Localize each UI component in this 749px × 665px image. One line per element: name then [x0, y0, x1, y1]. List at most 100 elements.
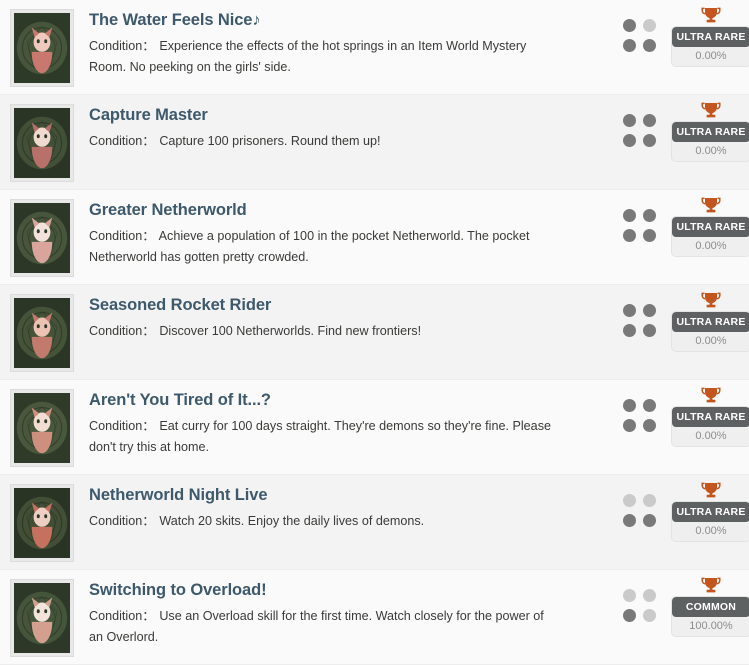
trophy-icon: [701, 577, 721, 595]
difficulty-dots: [623, 304, 659, 340]
condition-text: Watch 20 skits. Enjoy the daily lives of…: [159, 513, 425, 528]
achievement-thumbnail-curry: [14, 393, 70, 463]
achievement-row[interactable]: Switching to Overload! Condition： Use an …: [0, 570, 749, 665]
achievement-text-block: Capture Master Condition： Capture 100 pri…: [74, 102, 567, 152]
difficulty-dot-1: [623, 209, 636, 222]
rarity-badge[interactable]: ULTRA RARE 0.00%: [672, 502, 749, 541]
achievement-text-block: Netherworld Night Live Condition： Watch 2…: [74, 482, 567, 532]
condition-label: Condition: [89, 228, 143, 243]
difficulty-dot-2: [643, 589, 656, 602]
difficulty-dot-2: [643, 114, 656, 127]
condition-text: Achieve a population of 100 in the pocke…: [89, 228, 530, 265]
difficulty-dots: [623, 209, 659, 245]
difficulty-dot-1: [623, 494, 636, 507]
achievement-thumbnail-rocket-rider: [14, 298, 70, 368]
condition-label: Condition: [89, 133, 143, 148]
condition-separator: ：: [142, 228, 156, 243]
achievement-row[interactable]: Seasoned Rocket Rider Condition： Discover…: [0, 285, 749, 380]
achievement-condition: Condition： Experience the effects of the…: [89, 36, 559, 80]
achievement-title[interactable]: Greater Netherworld: [89, 200, 559, 221]
achievement-row[interactable]: Aren't You Tired of It...? Condition： Eat…: [0, 380, 749, 475]
difficulty-dot-1: [623, 19, 636, 32]
achievement-title[interactable]: Netherworld Night Live: [89, 485, 559, 506]
rarity-badge[interactable]: ULTRA RARE 0.00%: [672, 27, 749, 66]
achievement-list: The Water Feels Nice♪ Condition： Experien…: [0, 0, 749, 665]
rarity-percent: 0.00%: [672, 522, 749, 541]
achievement-text-block: Greater Netherworld Condition： Achieve a …: [74, 197, 567, 269]
difficulty-dots: [623, 589, 659, 625]
difficulty-dots: [623, 399, 659, 435]
trophy-icon: [701, 387, 721, 405]
rarity-label: COMMON: [672, 597, 749, 617]
achievement-thumbnail-stage: [14, 488, 70, 558]
rarity-percent: 0.00%: [672, 142, 749, 161]
difficulty-dot-2: [643, 494, 656, 507]
achievement-thumbnail-frame: [10, 199, 74, 277]
achievement-status-cluster: ULTRA RARE 0.00%: [610, 292, 749, 370]
condition-separator: ：: [142, 513, 156, 528]
condition-text: Use an Overload skill for the first time…: [89, 608, 544, 645]
trophy-icon: [701, 102, 721, 120]
achievement-status-cluster: ULTRA RARE 0.00%: [610, 387, 749, 465]
difficulty-dots: [623, 494, 659, 530]
rarity-percent: 0.00%: [672, 427, 749, 446]
rarity-badge-column: ULTRA RARE 0.00%: [672, 292, 749, 351]
achievement-row[interactable]: Greater Netherworld Condition： Achieve a …: [0, 190, 749, 285]
achievement-condition: Condition： Capture 100 prisoners. Round …: [89, 131, 559, 153]
rarity-label: ULTRA RARE: [672, 122, 749, 142]
achievement-status-cluster: ULTRA RARE 0.00%: [610, 7, 749, 85]
rarity-badge-column: ULTRA RARE 0.00%: [672, 482, 749, 541]
rarity-badge-column: COMMON 100.00%: [672, 577, 749, 636]
achievement-title[interactable]: Capture Master: [89, 105, 559, 126]
rarity-badge-column: ULTRA RARE 0.00%: [672, 7, 749, 66]
achievement-condition: Condition： Watch 20 skits. Enjoy the dai…: [89, 511, 559, 533]
trophy-icon: [701, 7, 721, 25]
achievement-condition: Condition： Discover 100 Netherworlds. Fi…: [89, 321, 559, 343]
rarity-badge[interactable]: ULTRA RARE 0.00%: [672, 217, 749, 256]
rarity-badge[interactable]: ULTRA RARE 0.00%: [672, 312, 749, 351]
achievement-thumbnail-frame: [10, 9, 74, 87]
achievement-title[interactable]: The Water Feels Nice♪: [89, 10, 559, 31]
achievement-thumbnail-frame: [10, 294, 74, 372]
difficulty-dot-4: [643, 39, 656, 52]
condition-label: Condition: [89, 513, 143, 528]
trophy-icon: [701, 292, 721, 310]
difficulty-dot-4: [643, 229, 656, 242]
achievement-title[interactable]: Aren't You Tired of It...?: [89, 390, 559, 411]
rarity-badge[interactable]: ULTRA RARE 0.00%: [672, 407, 749, 446]
condition-separator: ：: [142, 418, 156, 433]
achievement-row[interactable]: The Water Feels Nice♪ Condition： Experien…: [0, 0, 749, 95]
rarity-badge-column: ULTRA RARE 0.00%: [672, 102, 749, 161]
condition-separator: ：: [142, 323, 156, 338]
rarity-label: ULTRA RARE: [672, 312, 749, 332]
achievement-row[interactable]: Netherworld Night Live Condition： Watch 2…: [0, 475, 749, 570]
difficulty-dot-3: [623, 229, 636, 242]
difficulty-dot-3: [623, 39, 636, 52]
rarity-badge[interactable]: ULTRA RARE 0.00%: [672, 122, 749, 161]
achievement-thumbnail-overload: [14, 583, 70, 653]
achievement-condition: Condition： Use an Overload skill for the…: [89, 606, 559, 650]
difficulty-dot-2: [643, 209, 656, 222]
rarity-percent: 0.00%: [672, 47, 749, 66]
difficulty-dots: [623, 114, 659, 150]
achievement-condition: Condition： Achieve a population of 100 i…: [89, 226, 559, 270]
achievement-title[interactable]: Seasoned Rocket Rider: [89, 295, 559, 316]
rarity-badge[interactable]: COMMON 100.00%: [672, 597, 749, 636]
achievement-thumbnail-crowd: [14, 203, 70, 273]
achievement-text-block: Switching to Overload! Condition： Use an …: [74, 577, 567, 649]
achievement-row[interactable]: Capture Master Condition： Capture 100 pri…: [0, 95, 749, 190]
achievement-status-cluster: ULTRA RARE 0.00%: [610, 102, 749, 180]
difficulty-dot-4: [643, 609, 656, 622]
condition-separator: ：: [142, 38, 156, 53]
difficulty-dot-4: [643, 324, 656, 337]
achievement-thumbnail-prisoner: [14, 108, 70, 178]
condition-text: Discover 100 Netherworlds. Find new fron…: [159, 323, 422, 338]
achievement-thumbnail-frame: [10, 484, 74, 562]
achievement-text-block: Aren't You Tired of It...? Condition： Eat…: [74, 387, 567, 459]
achievement-title[interactable]: Switching to Overload!: [89, 580, 559, 601]
achievement-status-cluster: ULTRA RARE 0.00%: [610, 482, 749, 560]
trophy-icon: [701, 197, 721, 215]
achievement-text-block: The Water Feels Nice♪ Condition： Experien…: [74, 7, 567, 79]
achievement-thumbnail-cat-demon: [14, 13, 70, 83]
condition-label: Condition: [89, 323, 143, 338]
